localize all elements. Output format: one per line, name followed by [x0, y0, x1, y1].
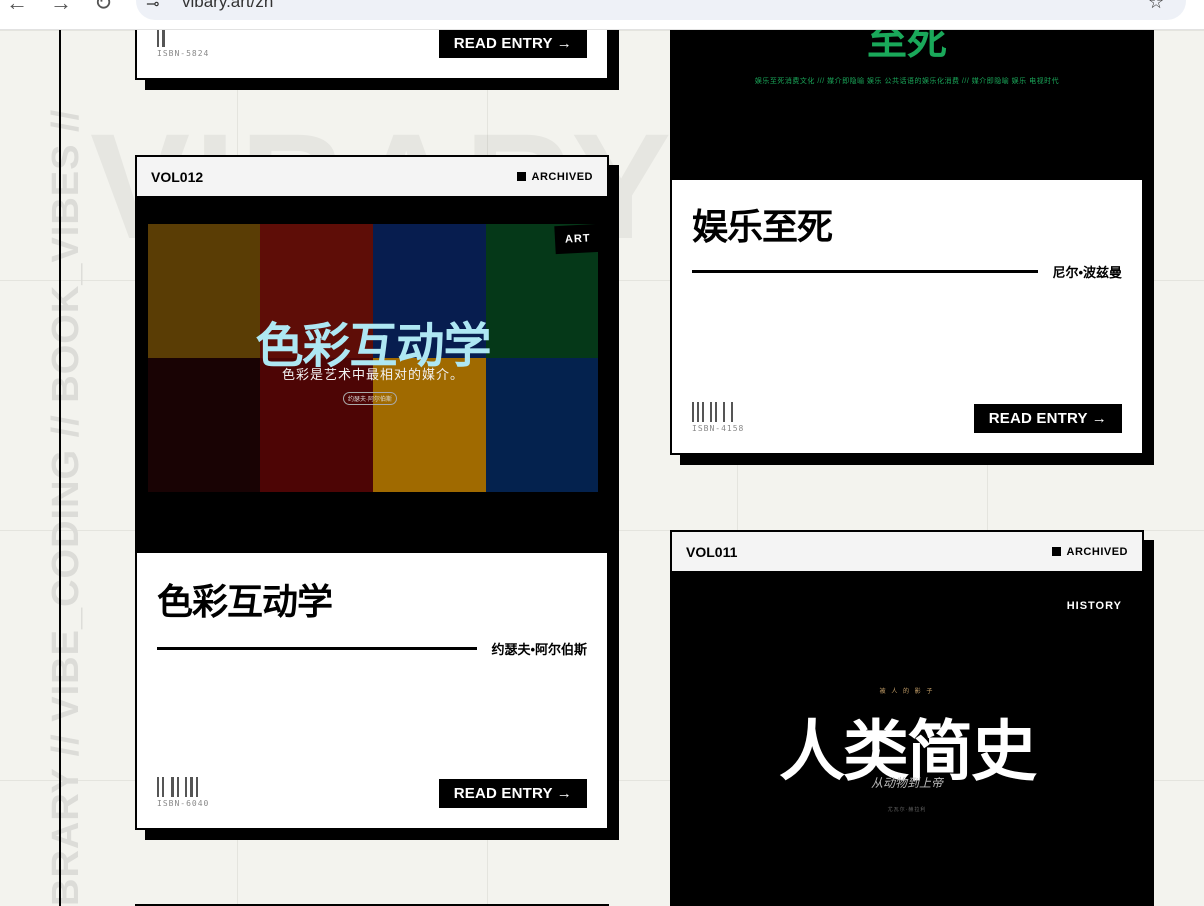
address-bar[interactable] [136, 0, 1186, 20]
status-badge: ARCHIVED [516, 170, 593, 183]
volume-number: VOL011 [686, 543, 738, 560]
read-entry-button[interactable]: READ ENTRY → [438, 29, 587, 58]
read-entry-button[interactable]: READ ENTRY → [973, 404, 1122, 433]
divider [692, 270, 1039, 273]
browser-toolbar: ← → ↻ ⊸ vibary.art/zh ☆ [0, 0, 1204, 30]
book-card-vol012[interactable]: VOL012 ARCHIVED ART 色彩互动学 色彩是艺术中最相对的媒介。 … [135, 155, 609, 830]
cover-tagline: 娱乐至死消费文化 /// 媒介即隐喻 娱乐 公共话语的娱乐化消费 /// 媒介即… [754, 78, 1060, 85]
cover-footer: 尤瓦尔·赫拉利 [887, 807, 927, 813]
book-title: 色彩互动学 [157, 581, 333, 622]
read-entry-button[interactable]: READ ENTRY → [438, 779, 587, 808]
back-arrow-icon[interactable]: ← [6, 0, 28, 16]
book-title: 娱乐至死 [692, 206, 833, 247]
cover-subtitle: 从动物到上帝 [870, 776, 943, 790]
cover-kicker: 被 人 的 影 子 [879, 689, 935, 695]
barcode-icon [692, 402, 744, 422]
volume-number: VOL012 [151, 168, 204, 185]
site-info-icon[interactable]: ⊸ [146, 0, 159, 14]
status-badge: ARCHIVED [1051, 545, 1128, 558]
isbn-label: ISBN-5824 [157, 49, 210, 58]
vertical-marquee-text: BRARY // VIBE_CODING // BOOK_VIBES // [45, 108, 87, 906]
status-label: ARCHIVED [1066, 545, 1128, 558]
book-author: 尼尔•波兹曼 [1052, 265, 1122, 280]
square-icon [1051, 547, 1061, 556]
divider [157, 647, 478, 650]
isbn-label: ISBN-6040 [157, 799, 210, 808]
reload-icon[interactable]: ↻ [94, 0, 112, 16]
url-text[interactable]: vibary.art/zh [182, 0, 273, 12]
square-icon [516, 172, 526, 181]
card-header: VOL011 ARCHIVED [672, 532, 1142, 572]
barcode-icon [157, 27, 209, 47]
book-card-vol011[interactable]: VOL011 ARCHIVED HISTORY 被 人 的 影 子 人类简史 从… [670, 530, 1144, 906]
isbn-label: ISBN-4158 [692, 424, 745, 433]
book-card-amusing-ourselves[interactable]: 至死 娱乐至死消费文化 /// 媒介即隐喻 娱乐 公共话语的娱乐化消费 /// … [670, 0, 1144, 455]
forward-arrow-icon[interactable]: → [50, 0, 72, 16]
left-rule [59, 30, 61, 906]
card-header: VOL012 ARCHIVED [137, 157, 607, 197]
barcode-icon [157, 777, 209, 797]
category-tag: HISTORY [1066, 600, 1122, 612]
book-author: 约瑟夫•阿尔伯斯 [491, 642, 587, 657]
cover-author-chip: 约瑟夫·阿尔伯斯 [343, 392, 397, 405]
bookmark-star-icon[interactable]: ☆ [1148, 0, 1164, 13]
book-cover[interactable]: ART 色彩互动学 色彩是艺术中最相对的媒介。 约瑟夫·阿尔伯斯 [137, 197, 607, 553]
status-label: ARCHIVED [531, 170, 593, 183]
cover-subtitle: 色彩是艺术中最相对的媒介。 [281, 367, 464, 382]
book-cover[interactable]: HISTORY 被 人 的 影 子 人类简史 从动物到上帝 尤瓦尔·赫拉利 [672, 572, 1142, 906]
